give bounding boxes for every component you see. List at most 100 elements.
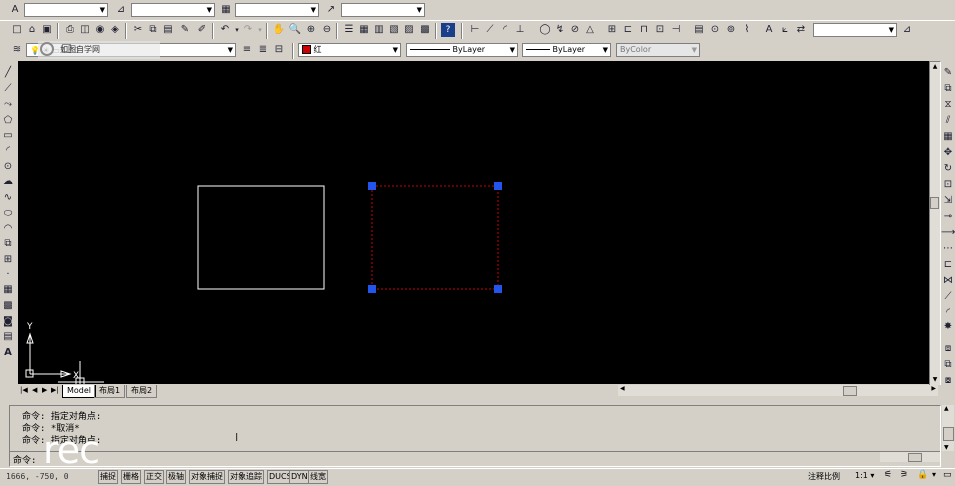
annotation-scale-value[interactable]: 1:1 ▾	[855, 471, 874, 480]
pan-icon[interactable]: ✋	[272, 23, 286, 37]
array-icon[interactable]: ▦	[941, 130, 955, 144]
coordinates-readout[interactable]: 1666, -750, 0	[6, 472, 69, 481]
chevron-down-icon[interactable]: ▼	[510, 44, 515, 56]
ortho-toggle[interactable]: 正交	[144, 470, 164, 484]
tolerance-icon[interactable]: ▤	[692, 23, 706, 37]
baseline-dim-icon[interactable]: ⊏	[621, 23, 635, 37]
chevron-down-icon[interactable]: ▼	[228, 44, 233, 56]
save-icon[interactable]: ▣	[40, 23, 54, 37]
polygon-icon[interactable]: ⬠	[1, 114, 15, 128]
cut-icon[interactable]: ✂	[131, 23, 145, 37]
draw-order-icon[interactable]: ⧈	[941, 342, 955, 356]
zoom-previous-icon[interactable]: ⊖	[320, 23, 334, 37]
command-input-row[interactable]: 命令:	[10, 451, 940, 466]
scale-icon[interactable]: ⊡	[941, 178, 955, 192]
move-icon[interactable]: ✥	[941, 146, 955, 160]
make-current-icon[interactable]: ≡	[240, 43, 254, 57]
line-icon[interactable]: ╱	[1, 66, 15, 80]
dim-style-override-icon[interactable]: ⊿	[900, 23, 914, 37]
center-mark-icon[interactable]: ⊙	[708, 23, 722, 37]
selected-rectangle-shape[interactable]	[371, 185, 499, 290]
text-style-icon[interactable]: A	[8, 3, 22, 17]
extend-icon[interactable]: ⟶	[941, 226, 955, 240]
scroll-thumb[interactable]	[930, 197, 939, 209]
rectangle-icon[interactable]: ▭	[1, 129, 15, 143]
snap-toggle[interactable]: 捕捉	[98, 470, 118, 484]
text-style-dropdown[interactable]: ▼	[24, 3, 108, 17]
tab-layout2[interactable]: 布局2	[126, 385, 158, 398]
table-style-icon[interactable]: ▦	[219, 3, 233, 17]
color-dropdown[interactable]: 红 ▼	[298, 43, 401, 57]
angular-dim-icon[interactable]: △	[583, 23, 597, 37]
publish-icon[interactable]: ◉	[93, 23, 107, 37]
3d-dwf-icon[interactable]: ◈	[108, 23, 122, 37]
ellipse-arc-icon[interactable]: ◠	[1, 222, 15, 236]
offset-icon[interactable]: ⫽	[941, 114, 955, 128]
copy-object-icon[interactable]: ⧉	[941, 82, 955, 96]
gradient-icon[interactable]: ▩	[1, 299, 15, 313]
mleader-style-icon[interactable]: ↗	[324, 3, 338, 17]
continue-dim-icon[interactable]: ⊓	[637, 23, 651, 37]
layer-state-icon[interactable]: ⊟	[272, 43, 286, 57]
polar-toggle[interactable]: 极轴	[166, 470, 186, 484]
jogged-dim-icon[interactable]: ↯	[553, 23, 567, 37]
circle-icon[interactable]: ⊙	[1, 160, 15, 174]
dim-space-icon[interactable]: ⊡	[653, 23, 667, 37]
tab-last-icon[interactable]: ▶|	[51, 386, 59, 394]
drawing-canvas[interactable]: Y X	[18, 61, 929, 384]
dim-style-icon[interactable]: ⊿	[114, 3, 128, 17]
zoom-window-icon[interactable]: ⊕	[304, 23, 318, 37]
diameter-dim-icon[interactable]: ⊘	[568, 23, 582, 37]
design-center-icon[interactable]: ▦	[357, 23, 371, 37]
radius-dim-icon[interactable]: ◯	[538, 23, 552, 37]
vertical-scrollbar[interactable]: ▲ ▼	[929, 61, 941, 386]
tab-next-icon[interactable]: ▶	[42, 386, 47, 394]
osnap-toggle[interactable]: 对象捕捉	[189, 470, 225, 484]
command-window[interactable]: 命令: 指定对角点: 命令: *取消* 命令: 指定对角点: I 命令:	[9, 405, 941, 467]
clean-screen-icon[interactable]: ▭	[943, 470, 952, 480]
scroll-up-icon[interactable]: ▲	[944, 405, 949, 412]
hatch-icon[interactable]: ▦	[1, 283, 15, 297]
revision-cloud-icon[interactable]: ☁	[1, 175, 15, 189]
tray-settings-icon[interactable]: ▾	[932, 470, 936, 479]
spline-icon[interactable]: ∿	[1, 191, 15, 205]
break-icon[interactable]: ⊏	[941, 258, 955, 272]
print-preview-icon[interactable]: ◫	[78, 23, 92, 37]
scroll-up-icon[interactable]: ▲	[930, 62, 940, 72]
chevron-down-icon[interactable]: ▼	[393, 44, 398, 56]
command-scrollbar[interactable]: ▲ ▼	[942, 405, 954, 451]
grip-top-left[interactable]	[368, 182, 376, 190]
sheet-set-icon[interactable]: ▧	[387, 23, 401, 37]
grip-bottom-right[interactable]	[494, 285, 502, 293]
make-block-icon[interactable]: ⊞	[1, 253, 15, 267]
new-file-icon[interactable]: □	[10, 23, 24, 37]
dim-style-dropdown[interactable]: ▼	[131, 3, 215, 17]
markup-icon[interactable]: ▨	[402, 23, 416, 37]
calculator-icon[interactable]: ▩	[418, 23, 432, 37]
layer-manager-icon[interactable]: ≋	[10, 43, 24, 57]
explode-icon[interactable]: ✸	[941, 320, 955, 334]
dim-edit-icon[interactable]: A	[762, 23, 776, 37]
break-at-point-icon[interactable]: ⋯	[941, 242, 955, 256]
send-back-icon[interactable]: ⧇	[941, 374, 955, 388]
print-icon[interactable]: ⎙	[63, 23, 77, 37]
fillet-icon[interactable]: ◜	[941, 306, 955, 320]
chamfer-icon[interactable]: ⟋	[941, 290, 955, 304]
bring-front-icon[interactable]: ⧉	[941, 358, 955, 372]
ellipse-icon[interactable]: ⬭	[1, 207, 15, 221]
dim-text-edit-icon[interactable]: ⟀	[778, 23, 792, 37]
redo-dropdown-icon[interactable]: ▾	[253, 23, 267, 37]
paste-icon[interactable]: ▤	[161, 23, 175, 37]
open-file-icon[interactable]: ⌂	[25, 23, 39, 37]
scroll-down-icon[interactable]: ▼	[944, 444, 949, 451]
scroll-right-icon[interactable]: ▶	[931, 385, 936, 392]
grip-top-right[interactable]	[494, 182, 502, 190]
grid-toggle[interactable]: 栅格	[121, 470, 141, 484]
named-view-dropdown[interactable]: ▼	[813, 23, 897, 37]
layer-previous-icon[interactable]: ≣	[256, 43, 270, 57]
help-icon[interactable]: ?	[441, 23, 455, 37]
grip-bottom-left[interactable]	[368, 285, 376, 293]
command-hscroll-thumb[interactable]	[908, 453, 922, 462]
jogged-linear-icon[interactable]: ⌇	[740, 23, 754, 37]
tab-layout1[interactable]: 布局1	[94, 385, 126, 398]
